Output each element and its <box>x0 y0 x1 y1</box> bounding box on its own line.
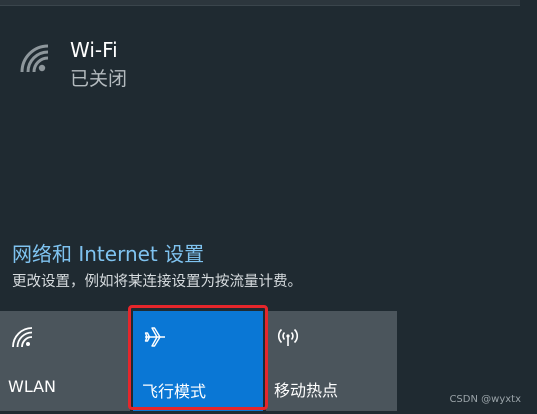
airplane-mode-tile[interactable]: 飞行模式 <box>133 311 263 411</box>
network-settings-link[interactable]: 网络和 Internet 设置 <box>12 238 204 267</box>
top-divider <box>0 0 520 6</box>
hotspot-tile-label: 移动热点 <box>274 381 339 400</box>
wifi-icon <box>20 44 49 73</box>
wifi-status-row[interactable]: Wi-Fi 已关闭 <box>18 38 318 98</box>
watermark: CSDN @wyxtx <box>449 394 521 405</box>
wlan-tile-label: WLAN <box>8 377 57 396</box>
wifi-icon <box>12 327 33 348</box>
mobile-hotspot-tile[interactable]: 移动热点 <box>266 311 397 411</box>
wlan-toggle-tile[interactable]: WLAN <box>0 311 130 411</box>
wifi-title: Wi-Fi <box>70 38 118 62</box>
network-settings-description: 更改设置，例如将某连接设置为按流量计费。 <box>12 274 302 290</box>
wifi-state: 已关闭 <box>70 68 128 90</box>
hotspot-icon <box>277 328 299 346</box>
airplane-tile-label: 飞行模式 <box>142 382 207 401</box>
airplane-icon <box>144 327 165 347</box>
